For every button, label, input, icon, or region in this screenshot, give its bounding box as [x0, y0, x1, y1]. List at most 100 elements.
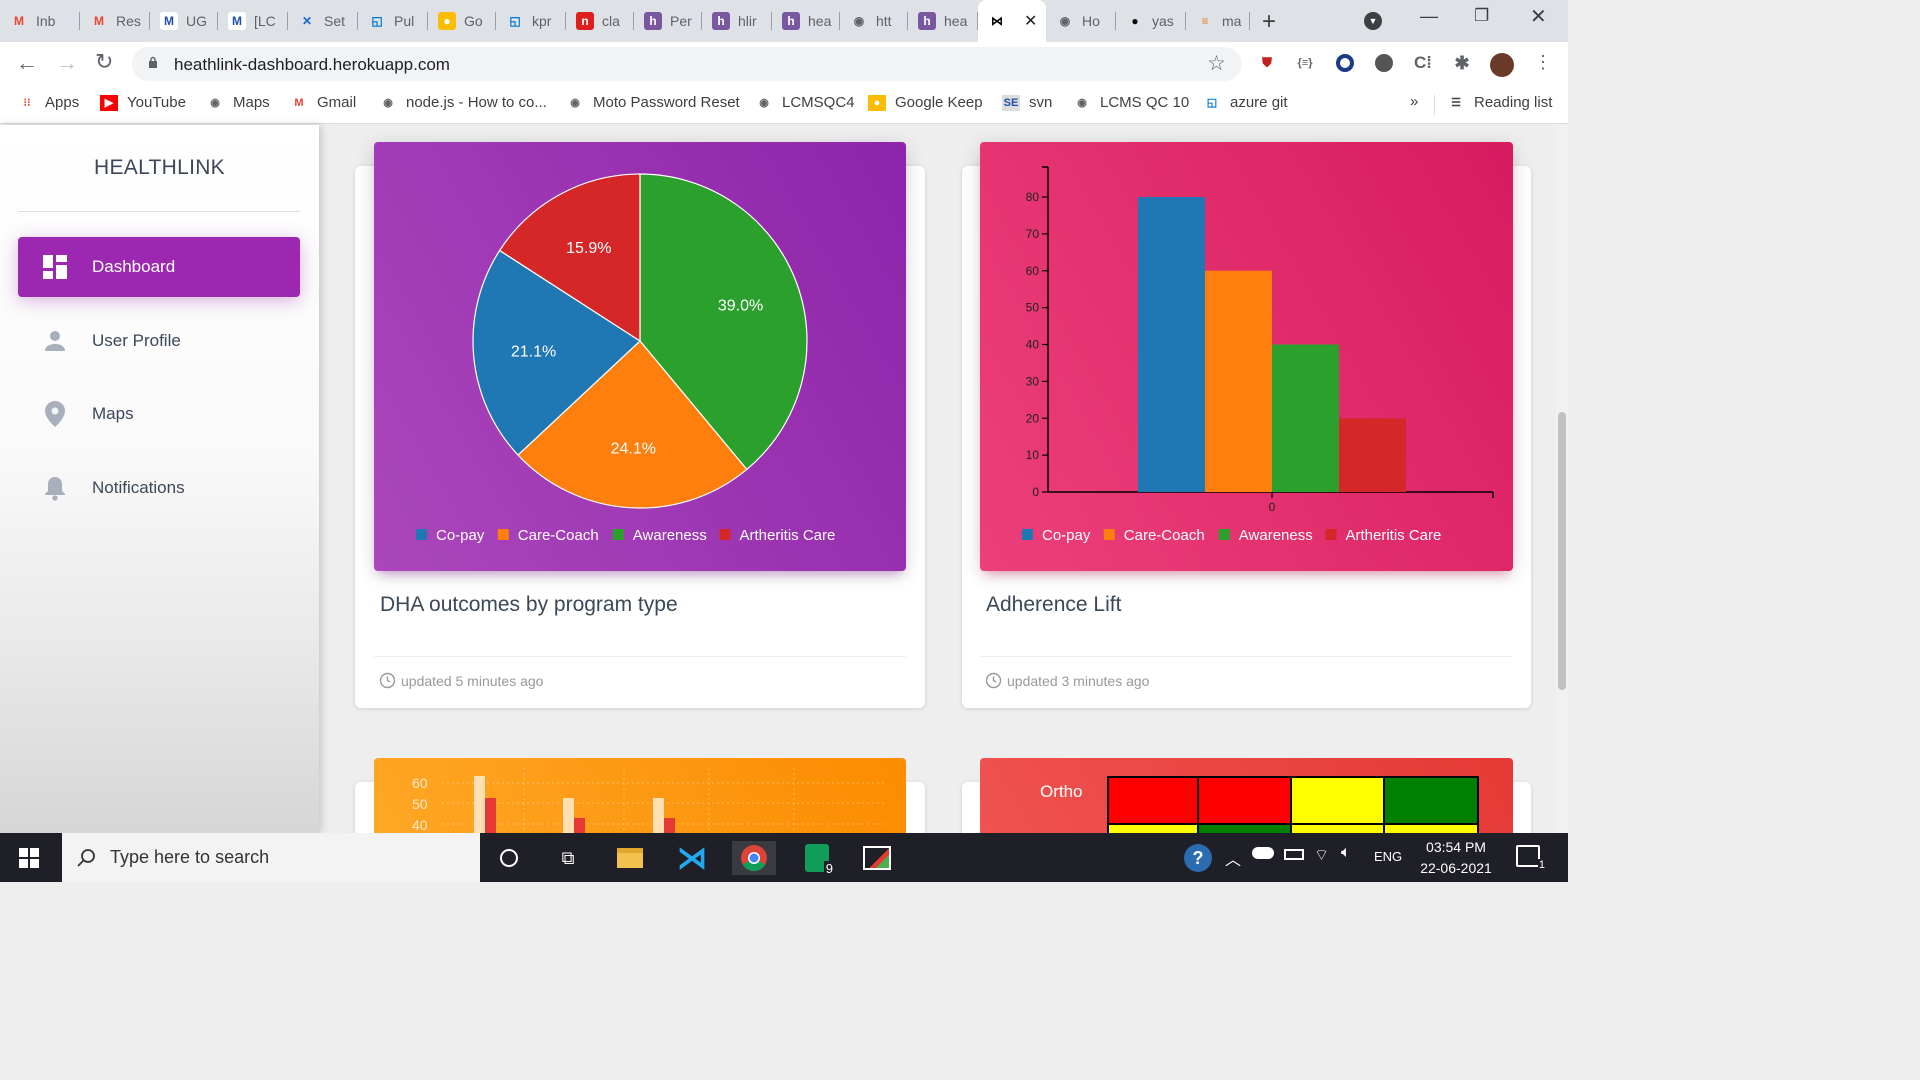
bookmark-item[interactable]: ⁝⁝ Apps	[18, 94, 80, 111]
browser-tab[interactable]: ≡ ma	[1186, 0, 1250, 42]
bookmark-item[interactable]: ● Google Keep	[868, 94, 983, 111]
extension-c-icon[interactable]: C⁞	[1412, 52, 1434, 74]
bookmark-label: Maps	[233, 94, 270, 111]
volume-icon[interactable]: 🔈︎	[1341, 844, 1351, 862]
circle-extension-icon[interactable]	[1334, 52, 1356, 74]
browser-tab[interactable]: M UG	[150, 0, 218, 42]
file-explorer-icon[interactable]	[613, 841, 647, 875]
bookmark-label: svn	[1029, 94, 1053, 111]
partial-heatmap-panel: Ortho	[980, 758, 1513, 838]
bookmark-item[interactable]: ◉ Maps	[206, 94, 270, 111]
clock-date: 22-06-2021	[1420, 860, 1492, 876]
globe-icon: ◉	[1077, 97, 1087, 109]
pie-slice-label: 21.1%	[511, 344, 556, 361]
legend-label: Co-pay	[436, 527, 485, 544]
cortana-icon[interactable]	[492, 841, 526, 875]
bookmark-item[interactable]: ◱ azure git	[1203, 94, 1288, 111]
tab-label: Inb	[36, 13, 56, 29]
close-window-icon[interactable]: ✕	[1530, 4, 1547, 29]
brand-divider	[18, 211, 300, 212]
browser-tab[interactable]: ● Go	[428, 0, 496, 42]
tab-close-icon[interactable]: ✕	[1024, 11, 1037, 31]
bookmark-item[interactable]: M Gmail	[290, 94, 356, 111]
heatmap-row-label: Ortho	[1040, 782, 1083, 801]
chrome-taskbar-icon[interactable]	[732, 841, 776, 875]
bookmark-item[interactable]: ◉ LCMSQC4	[755, 94, 854, 111]
browser-menu-icon[interactable]: ⋮	[1534, 52, 1552, 73]
browser-tab[interactable]: ◱ Pul	[358, 0, 428, 42]
bookmark-item[interactable]: ◉ LCMS QC 10	[1073, 94, 1189, 111]
notification-center-icon[interactable]: 1	[1516, 845, 1546, 871]
browser-tab[interactable]: M Inb	[0, 0, 80, 42]
page-scrollbar-thumb[interactable]	[1558, 412, 1566, 690]
bookmark-item[interactable]: ◉ Moto Password Reset	[566, 94, 740, 111]
browser-tab[interactable]: ⋈ ✕	[978, 0, 1046, 42]
wifi-icon[interactable]: ⌔	[1314, 845, 1329, 865]
reload-icon[interactable]: ↻	[95, 49, 113, 75]
sidebar-item-maps[interactable]: Maps	[18, 384, 300, 444]
heatmap-cell	[1383, 776, 1479, 825]
browser-tab[interactable]: ✕ Set	[288, 0, 358, 42]
back-icon[interactable]: ←	[16, 50, 38, 76]
bookmark-label: Google Keep	[895, 94, 983, 111]
address-bar[interactable]: heathlink-dashboard.herokuapp.com ☆	[132, 47, 1242, 81]
tab-label: kpr	[532, 13, 552, 29]
minimize-icon[interactable]: —	[1420, 6, 1438, 27]
taskbar-clock[interactable]: 03:54 PM 22-06-2021	[1410, 837, 1502, 879]
bookmark-item[interactable]: SE svn	[1002, 94, 1052, 111]
browser-tab[interactable]: h hea	[772, 0, 840, 42]
browser-tab[interactable]: ◉ htt	[840, 0, 908, 42]
windows-start-icon[interactable]	[12, 841, 46, 875]
sheets-icon[interactable]: 9	[800, 841, 835, 876]
dark-mode-extension-icon[interactable]	[1373, 52, 1395, 74]
browser-tab[interactable]: M Res	[80, 0, 150, 42]
restore-icon[interactable]: ❐	[1474, 6, 1489, 26]
bookmark-item[interactable]: ▶ YouTube	[100, 94, 186, 111]
shield-extension-icon[interactable]: ⛊	[1256, 52, 1278, 74]
new-tab-button[interactable]: +	[1262, 8, 1276, 36]
sidebar-item-label: Notifications	[92, 478, 185, 497]
gmail-icon: M	[94, 14, 104, 28]
help-icon[interactable]: ?	[1184, 844, 1212, 872]
browser-tab[interactable]: ● yas	[1116, 0, 1186, 42]
forward-icon[interactable]: →	[56, 50, 78, 76]
azure-devops-icon: ◱	[371, 14, 383, 28]
show-hidden-icons-icon[interactable]: ︿	[1225, 846, 1241, 870]
json-extension-icon[interactable]: {≡}	[1294, 52, 1316, 74]
browser-tab[interactable]: ◱ kpr	[496, 0, 566, 42]
browser-tab[interactable]: h hlir	[702, 0, 772, 42]
sidebar-item-user-profile[interactable]: User Profile	[18, 311, 300, 371]
tab-search-button[interactable]: ▼	[1364, 12, 1382, 30]
azure-devops-icon: ◱	[509, 14, 521, 28]
browser-tab[interactable]: h hea	[908, 0, 978, 42]
sidebar-item-notifications[interactable]: Notifications	[18, 458, 300, 518]
bookmark-star-icon[interactable]: ☆	[1207, 51, 1226, 76]
browser-tab[interactable]: M [LC	[218, 0, 288, 42]
y-tick-label: 70	[1026, 227, 1040, 241]
pie-chart-panel: 39.0% 24.1% 21.1% 15.9% Co-pay Care-Coach Awar…	[374, 142, 906, 571]
extensions-puzzle-icon[interactable]: ✱	[1451, 52, 1473, 74]
bar	[653, 798, 664, 838]
sidebar-item-dashboard[interactable]: Dashboard	[18, 237, 300, 297]
task-view-icon[interactable]: ⧉	[551, 841, 585, 875]
bookmark-item[interactable]: ◉ node.js - How to co...	[379, 94, 547, 111]
bowtie-icon: ⋈	[991, 14, 1003, 28]
browser-tab[interactable]: n cla	[566, 0, 634, 42]
browser-tab[interactable]: ◉ Ho	[1046, 0, 1116, 42]
battery-icon[interactable]	[1284, 849, 1304, 860]
profile-avatar[interactable]	[1490, 53, 1514, 77]
snipping-tool-icon[interactable]	[860, 841, 894, 875]
browser-tab[interactable]: h Per	[634, 0, 702, 42]
vscode-icon[interactable]: ⋊	[675, 841, 709, 875]
bar	[485, 798, 496, 838]
reading-list-button[interactable]: ☰ Reading list	[1447, 94, 1552, 111]
url-text[interactable]: heathlink-dashboard.herokuapp.com	[174, 55, 450, 75]
globe-icon: ◉	[1059, 14, 1071, 28]
taskbar-search[interactable]: Type here to search	[62, 833, 480, 882]
gmail-icon: M	[294, 96, 304, 109]
more-bookmarks-button[interactable]: »	[1410, 93, 1418, 110]
brand-logo-text[interactable]: HEALTHLINK	[0, 156, 319, 180]
onedrive-icon[interactable]	[1252, 847, 1274, 859]
legend-swatch	[416, 529, 427, 540]
language-indicator[interactable]: ENG	[1374, 849, 1402, 864]
